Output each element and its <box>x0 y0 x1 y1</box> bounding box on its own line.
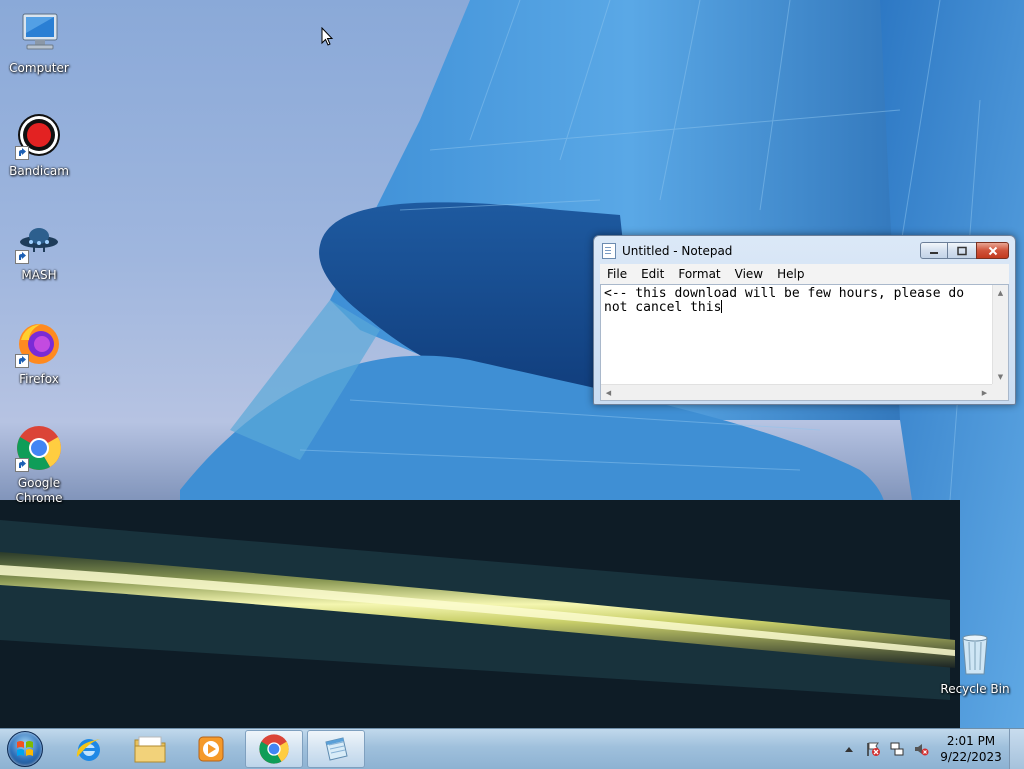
notepad-icon <box>602 243 616 259</box>
menu-format[interactable]: Format <box>671 267 727 281</box>
chrome-icon <box>15 424 63 472</box>
clock-time: 2:01 PM <box>946 734 996 748</box>
computer-icon <box>15 9 63 57</box>
mash-icon <box>15 216 63 264</box>
desktop-icon-label: Firefox <box>19 372 59 386</box>
maximize-icon <box>957 246 967 255</box>
show-desktop-button[interactable] <box>1009 729 1024 769</box>
file-explorer-icon <box>134 736 166 763</box>
recycle-bin-icon <box>951 630 999 678</box>
editor-text-container: <-- this download will be few hours, ple… <box>604 287 986 314</box>
desktop-icon-bandicam[interactable]: Bandicam <box>1 112 77 179</box>
menu-file[interactable]: File <box>600 267 634 281</box>
firefox-icon <box>15 320 63 368</box>
volume-button[interactable] <box>909 737 933 761</box>
action-center-flag-icon <box>867 742 880 756</box>
window-titlebar[interactable]: Untitled - Notepad <box>602 243 732 259</box>
taskbar-google-chrome[interactable] <box>245 730 303 768</box>
taskbar-notepad[interactable] <box>307 730 365 768</box>
media-player-icon <box>198 736 224 762</box>
minimize-icon <box>930 251 938 254</box>
volume-muted-icon <box>915 744 929 756</box>
vertical-scrollbar[interactable]: ▲ ▼ <box>992 285 1008 384</box>
internet-explorer-icon <box>76 739 101 761</box>
taskbar-file-explorer[interactable] <box>121 730 179 768</box>
scroll-right-icon[interactable]: ▶ <box>977 385 992 400</box>
show-hidden-icons-icon <box>845 747 853 752</box>
bandicam-icon <box>15 112 63 160</box>
action-center-button[interactable] <box>861 737 885 761</box>
shortcut-arrow-icon <box>15 458 29 472</box>
chrome-icon <box>259 734 289 764</box>
maximize-button[interactable] <box>948 242 976 259</box>
taskbar-media-player[interactable] <box>182 730 240 768</box>
menu-edit[interactable]: Edit <box>634 267 671 281</box>
editor-text: <-- this download will be few hours, ple… <box>604 286 972 315</box>
taskbar: 2:01 PM 9/22/2023 <box>0 728 1024 769</box>
notepad-window[interactable]: Untitled - Notepad File Edit Format View… <box>593 235 1016 405</box>
resize-grip[interactable] <box>992 384 1008 400</box>
desktop-icon-computer[interactable]: Computer <box>1 9 77 76</box>
system-tray: 2:01 PM 9/22/2023 <box>837 729 1024 769</box>
shortcut-arrow-icon <box>15 250 29 264</box>
clock-date: 9/22/2023 <box>940 750 1002 764</box>
desktop-icon-label: Bandicam <box>9 164 69 178</box>
minimize-button[interactable] <box>920 242 948 259</box>
desktop-icon-label: Computer <box>9 61 69 75</box>
network-icon <box>890 742 904 756</box>
text-editor-area[interactable]: <-- this download will be few hours, ple… <box>600 284 1009 401</box>
desktop-icon-firefox[interactable]: Firefox <box>1 320 77 387</box>
start-button[interactable] <box>4 730 46 768</box>
scroll-left-icon[interactable]: ◀ <box>601 385 616 400</box>
taskbar-internet-explorer[interactable] <box>60 730 118 768</box>
start-orb-icon <box>7 731 43 767</box>
network-button[interactable] <box>885 737 909 761</box>
scroll-up-icon[interactable]: ▲ <box>993 285 1008 300</box>
desktop-icon-recycle-bin[interactable]: Recycle Bin <box>937 630 1013 697</box>
menu-help[interactable]: Help <box>770 267 811 281</box>
desktop-icon-label: Recycle Bin <box>940 682 1010 696</box>
horizontal-scrollbar[interactable]: ◀ ▶ <box>601 384 992 400</box>
shortcut-arrow-icon <box>15 354 29 368</box>
desktop-icon-google-chrome[interactable]: Google Chrome <box>1 424 77 506</box>
menu-view[interactable]: View <box>728 267 770 281</box>
close-button[interactable] <box>976 242 1009 259</box>
show-hidden-icons-button[interactable] <box>837 737 861 761</box>
desktop-icon-label: MASH <box>21 268 57 282</box>
text-caret <box>721 300 723 313</box>
desktop-icon-mash[interactable]: MASH <box>1 216 77 283</box>
shortcut-arrow-icon <box>15 146 29 160</box>
mouse-pointer-icon <box>321 27 334 46</box>
notepad-icon <box>325 737 348 761</box>
window-title: Untitled - Notepad <box>622 244 733 258</box>
scroll-down-icon[interactable]: ▼ <box>993 369 1008 384</box>
clock[interactable]: 2:01 PM 9/22/2023 <box>933 733 1009 765</box>
caption-buttons <box>920 242 1009 259</box>
close-icon <box>988 246 997 255</box>
menu-bar: File Edit Format View Help <box>600 264 1009 284</box>
desktop-icon-label: Google Chrome <box>15 476 63 505</box>
